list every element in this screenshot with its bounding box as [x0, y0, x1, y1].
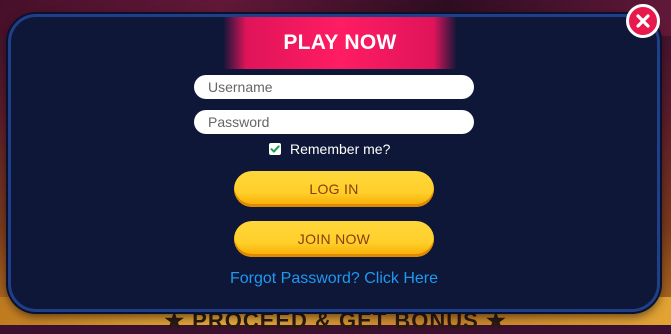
- check-icon: [270, 145, 280, 153]
- forgot-password-link[interactable]: Forgot Password? Click Here: [11, 270, 657, 288]
- remember-me-checkbox[interactable]: [269, 143, 281, 155]
- join-now-button[interactable]: JOIN NOW: [234, 221, 434, 257]
- close-button[interactable]: [626, 4, 660, 38]
- username-input[interactable]: [194, 75, 474, 99]
- password-input[interactable]: [194, 110, 474, 134]
- remember-me-row[interactable]: Remember me?: [269, 141, 390, 157]
- login-modal: PLAY NOW Remember me? LOG IN JOIN NOW Fo…: [8, 14, 660, 312]
- modal-title: PLAY NOW: [223, 17, 457, 69]
- close-icon: [636, 14, 650, 28]
- remember-me-label: Remember me?: [290, 141, 391, 157]
- login-button[interactable]: LOG IN: [234, 171, 434, 207]
